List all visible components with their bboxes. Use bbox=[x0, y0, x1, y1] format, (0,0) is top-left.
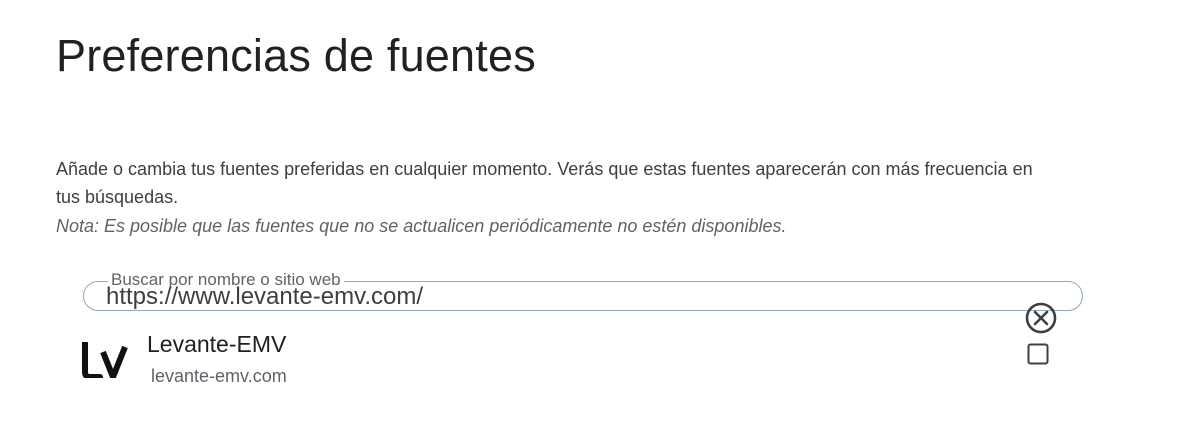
source-preferences-page: Preferencias de fuentes Añade o cambia t… bbox=[0, 0, 1200, 433]
page-title: Preferencias de fuentes bbox=[56, 30, 536, 81]
source-select-checkbox[interactable] bbox=[1027, 343, 1049, 365]
page-description: Añade o cambia tus fuentes preferidas en… bbox=[56, 159, 1033, 207]
page-note: Nota: Es posible que las fuentes que no … bbox=[56, 216, 787, 236]
levante-emv-logo bbox=[80, 340, 128, 386]
source-result-row: Levante-EMV levante-emv.com bbox=[80, 325, 1080, 395]
checkbox-unchecked-icon bbox=[1027, 343, 1049, 365]
source-name: Levante-EMV bbox=[147, 331, 287, 357]
search-input[interactable] bbox=[106, 282, 1006, 312]
source-domain: levante-emv.com bbox=[151, 366, 287, 386]
levante-emv-logo-mark bbox=[82, 340, 128, 386]
